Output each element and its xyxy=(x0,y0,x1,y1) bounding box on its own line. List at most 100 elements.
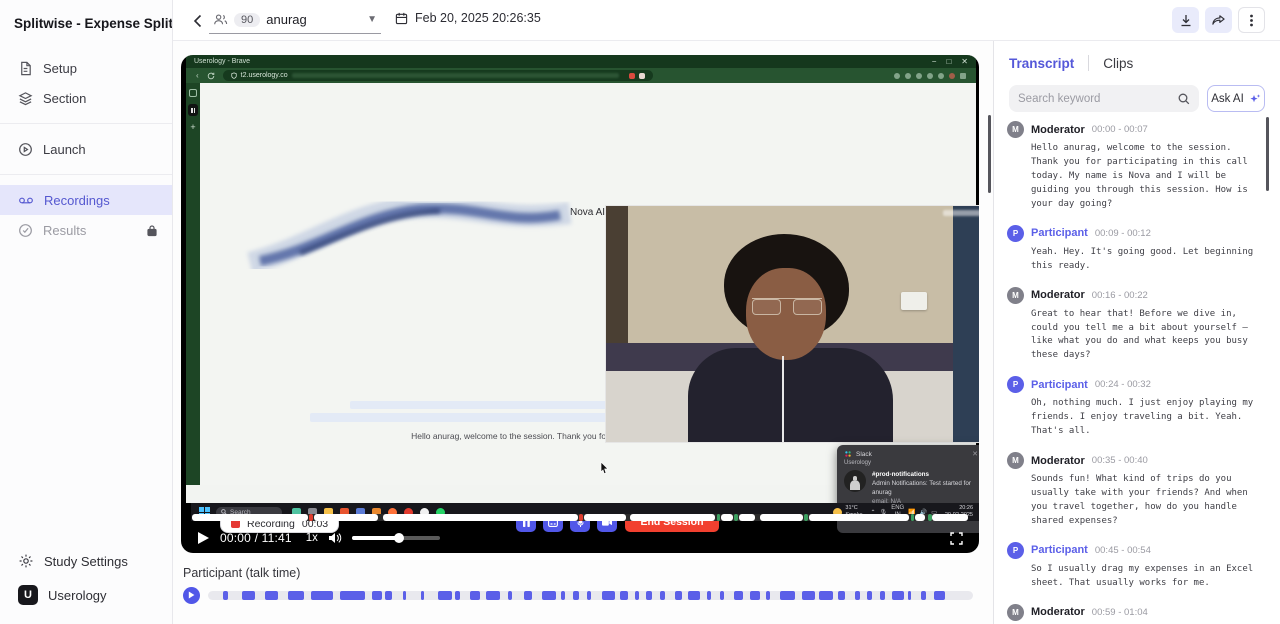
playback-speed[interactable]: 1x xyxy=(306,532,318,544)
play-button[interactable] xyxy=(197,531,210,545)
talktime-label: Participant (talk time) xyxy=(183,566,300,580)
talktime-segment xyxy=(880,591,885,600)
speaker-name: Moderator xyxy=(1031,455,1085,467)
sparkle-icon xyxy=(1249,93,1261,105)
timeline-segment xyxy=(932,514,968,521)
divider xyxy=(0,123,172,124)
transcript-message[interactable]: M Moderator 00:00 - 00:07 Hello anurag, … xyxy=(1007,121,1263,212)
participant-selector[interactable]: 90 anurag ▼ xyxy=(209,6,381,34)
earphone-wire xyxy=(782,356,784,443)
talktime-play-button[interactable] xyxy=(183,587,200,604)
recording-review-page: Splitwise - Expense Splittin... Setup Se… xyxy=(0,0,1280,624)
site-shield-icon xyxy=(231,72,237,79)
url-bar[interactable]: t2.userology.co xyxy=(223,70,653,81)
extension-icon xyxy=(639,73,645,79)
timeline-segment xyxy=(314,514,378,521)
url-path-blur xyxy=(292,73,619,78)
share-icon xyxy=(1212,14,1225,26)
sidebar-item-setup[interactable]: Setup xyxy=(0,53,172,83)
volume-icon[interactable] xyxy=(328,532,342,544)
back-button[interactable] xyxy=(186,10,208,32)
search-input[interactable] xyxy=(1018,93,1172,105)
sidebar-item-results[interactable]: Results xyxy=(0,215,172,245)
talktime-track[interactable] xyxy=(208,591,973,600)
message-timestamp: 00:00 - 00:07 xyxy=(1092,124,1148,135)
userology-brand[interactable]: U Userology xyxy=(0,578,172,612)
talktime-segment xyxy=(855,591,860,600)
speaker-avatar: P xyxy=(1007,542,1024,559)
window-controls: −□✕ xyxy=(932,57,968,66)
extension-icon xyxy=(905,73,911,79)
talktime-segment xyxy=(561,591,565,600)
volume-slider[interactable] xyxy=(352,536,440,540)
study-settings-button[interactable]: Study Settings xyxy=(0,544,172,578)
lock-icon xyxy=(146,224,158,237)
fullscreen-button[interactable] xyxy=(950,532,963,545)
transcript-message[interactable]: P Participant 00:09 - 00:12 Yeah. Hey. I… xyxy=(1007,225,1263,274)
language-indicator: ENG xyxy=(891,505,904,511)
timeline-segment xyxy=(739,514,755,521)
tab-transcript[interactable]: Transcript xyxy=(1009,56,1074,71)
player-timeline[interactable] xyxy=(192,514,968,521)
message-text: Great to hear that! Before we dive in, c… xyxy=(1031,308,1263,364)
speaker-name: Moderator xyxy=(1031,124,1085,136)
sidebar-item-recordings[interactable]: Recordings xyxy=(0,185,172,215)
talktime-segment xyxy=(542,591,557,600)
panel-search-row: Ask AI xyxy=(994,81,1280,122)
sidebar-item-label: Section xyxy=(43,91,86,106)
active-tab-thumbnail[interactable] xyxy=(188,104,198,116)
timeline-segment xyxy=(192,514,308,521)
more-options-button[interactable] xyxy=(1238,7,1265,33)
download-button[interactable] xyxy=(1172,7,1199,33)
sidebar-item-launch[interactable]: Launch xyxy=(0,134,172,164)
speaker-name: Moderator xyxy=(1031,289,1085,301)
new-tab-icon[interactable]: + xyxy=(190,123,195,132)
timeline-segment xyxy=(928,514,932,521)
main-scrollbar[interactable] xyxy=(988,115,991,193)
message-text: Sounds fun! What kind of trips do you us… xyxy=(1031,473,1263,529)
sidebar-item-section[interactable]: Section xyxy=(0,83,172,113)
talktime-segment xyxy=(707,591,712,600)
search-icon xyxy=(1178,93,1190,105)
sidebar-toggle-icon[interactable] xyxy=(189,89,197,97)
talktime-segment xyxy=(508,591,512,600)
close-icon: ✕ xyxy=(961,57,968,66)
message-timestamp: 00:24 - 00:32 xyxy=(1095,379,1151,390)
transcript-message[interactable]: M Moderator 00:35 - 00:40 Sounds fun! Wh… xyxy=(1007,452,1263,529)
talktime-segment xyxy=(223,591,228,600)
talktime-segment xyxy=(892,591,904,600)
brave-shield-icon xyxy=(629,73,635,79)
timeline-segment xyxy=(915,514,925,521)
transcript-scrollbar[interactable] xyxy=(1266,117,1269,191)
webcam-name-tag xyxy=(943,210,979,216)
transcript-message[interactable]: M Moderator 00:59 - 01:04 Interesting! C… xyxy=(1007,604,1263,624)
browser-content: Nova AI Hello anurag, welcome to the ses… xyxy=(200,83,976,485)
tab-clips[interactable]: Clips xyxy=(1103,56,1133,71)
transcript-message[interactable]: M Moderator 00:16 - 00:22 Great to hear … xyxy=(1007,287,1263,364)
divider xyxy=(1088,55,1089,71)
share-button[interactable] xyxy=(1205,7,1232,33)
people-icon xyxy=(213,13,228,26)
talktime-segment xyxy=(602,591,615,600)
close-icon[interactable]: ✕ xyxy=(972,450,978,458)
keyword-search[interactable] xyxy=(1009,85,1199,112)
talktime-segment xyxy=(660,591,665,600)
target-icon xyxy=(18,223,33,238)
talktime-segment xyxy=(385,591,391,600)
ask-ai-button[interactable]: Ask AI xyxy=(1207,85,1265,112)
talktime-segment xyxy=(340,591,364,600)
talktime-row xyxy=(183,586,973,604)
timeline-segment xyxy=(760,514,803,521)
talktime-segment xyxy=(780,591,795,600)
transcript-message[interactable]: P Participant 00:45 - 00:54 So I usually… xyxy=(1007,542,1263,591)
message-text: Yeah. Hey. It's going good. Let beginnin… xyxy=(1031,246,1263,274)
chevron-down-icon: ▼ xyxy=(367,14,377,25)
talktime-segment xyxy=(688,591,699,600)
transcript-list[interactable]: M Moderator 00:00 - 00:07 Hello anurag, … xyxy=(994,117,1280,624)
document-icon xyxy=(18,61,33,76)
speaker-avatar: M xyxy=(1007,121,1024,138)
timeline-segment xyxy=(584,514,626,521)
video-player[interactable]: Userology - Brave −□✕ ‹ t2.userology.co xyxy=(181,55,979,553)
transcript-message[interactable]: P Participant 00:24 - 00:32 Oh, nothing … xyxy=(1007,376,1263,439)
kebab-menu-icon xyxy=(1250,14,1253,27)
